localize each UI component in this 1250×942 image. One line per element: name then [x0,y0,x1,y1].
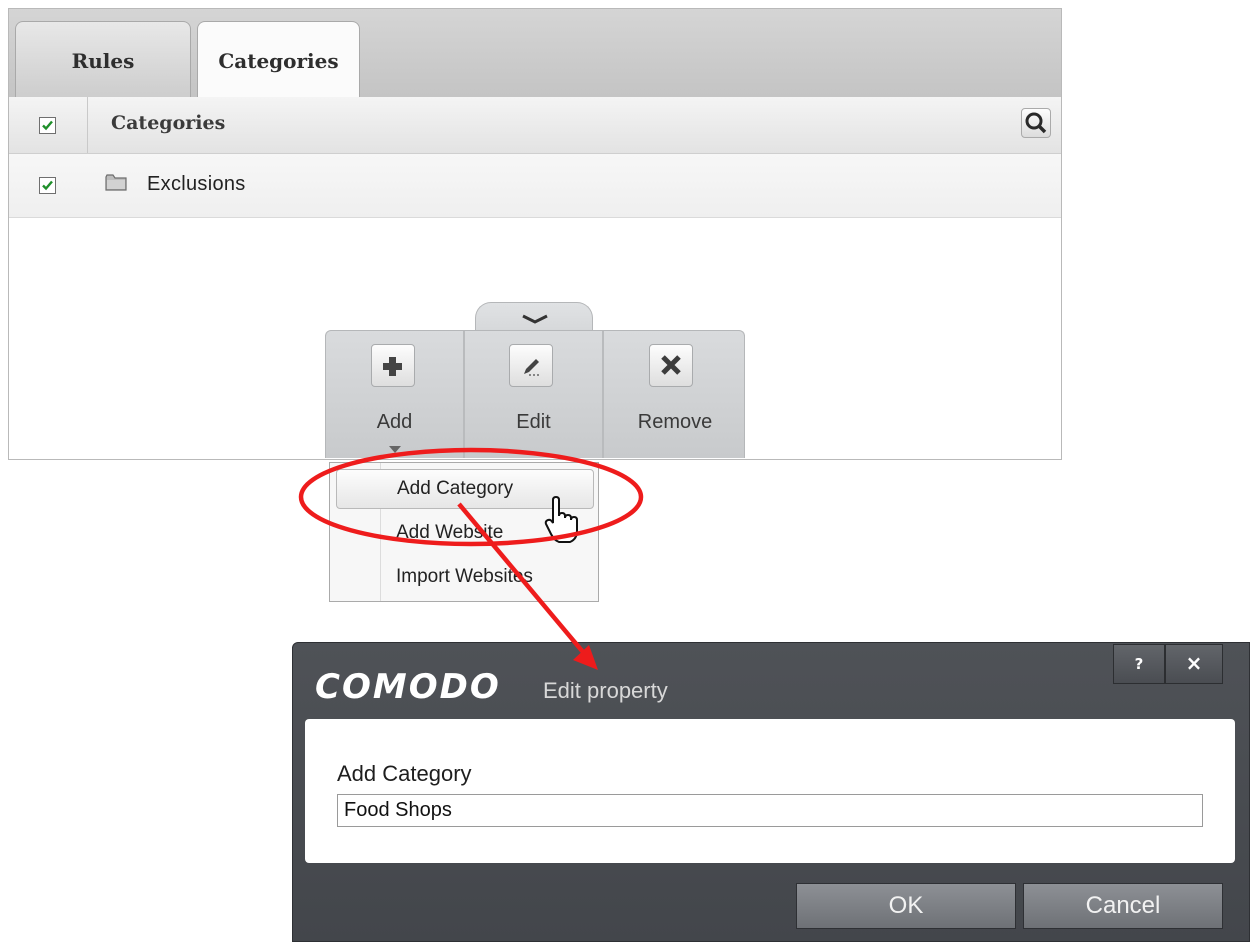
title-buttons: ? × [1113,644,1223,684]
pencil-icon [524,359,539,376]
search-button[interactable] [1021,108,1051,138]
edit-icon-box [509,344,553,387]
menu-item-label: Add Website [396,522,504,543]
close-button[interactable]: × [1165,644,1223,684]
edit-property-dialog: COMODO Edit property ? × Add Category Fo… [292,642,1250,942]
dropdown-arrow-icon [389,446,401,453]
remove-icon-box [649,344,693,387]
remove-button[interactable]: Remove [604,331,746,458]
add-label: Add [376,411,413,433]
header-divider [87,97,88,153]
menu-item-import-websites[interactable]: Import Websites [330,557,598,597]
dialog-title: Edit property [543,678,668,703]
help-button[interactable]: ? [1113,644,1165,684]
close-icon [661,355,681,375]
tab-rules[interactable]: Rules [15,21,191,97]
hand-cursor-icon [544,496,578,543]
add-button[interactable]: Add [326,331,463,458]
row-checkbox[interactable] [39,177,56,194]
comodo-logo: COMODO [315,667,501,707]
edit-label: Edit [516,411,551,433]
category-name: Exclusions [147,173,246,195]
tab-categories-label: Categories [218,49,339,73]
search-icon [1025,112,1047,134]
tab-categories[interactable]: Categories [197,21,360,98]
close-icon: × [1185,651,1203,675]
plus-icon [383,357,402,376]
cancel-button[interactable]: Cancel [1023,883,1223,929]
folder-icon [105,174,127,191]
action-toolbar: Add Edit Remove [325,330,745,458]
edit-button[interactable]: Edit [465,331,602,458]
menu-item-label: Import Websites [396,566,533,587]
column-header-categories[interactable]: Categories [111,112,225,134]
chevron-down-icon [522,314,548,324]
checkmark-icon [42,180,53,191]
checkmark-icon [42,120,53,131]
table-header: Categories [9,97,1061,154]
remove-label: Remove [637,411,713,433]
tab-bar: Rules Categories [9,9,1061,98]
ok-button[interactable]: OK [796,883,1016,929]
table-row[interactable]: Exclusions [9,154,1061,218]
dialog-content: Add Category Food Shops [305,719,1235,863]
help-icon: ? [1134,655,1144,673]
menu-item-label: Add Category [397,478,514,499]
field-label: Add Category [337,761,472,786]
tab-rules-label: Rules [71,48,135,73]
add-icon-box [371,344,415,387]
category-name-input[interactable]: Food Shops [337,794,1203,827]
select-all-checkbox[interactable] [39,117,56,134]
